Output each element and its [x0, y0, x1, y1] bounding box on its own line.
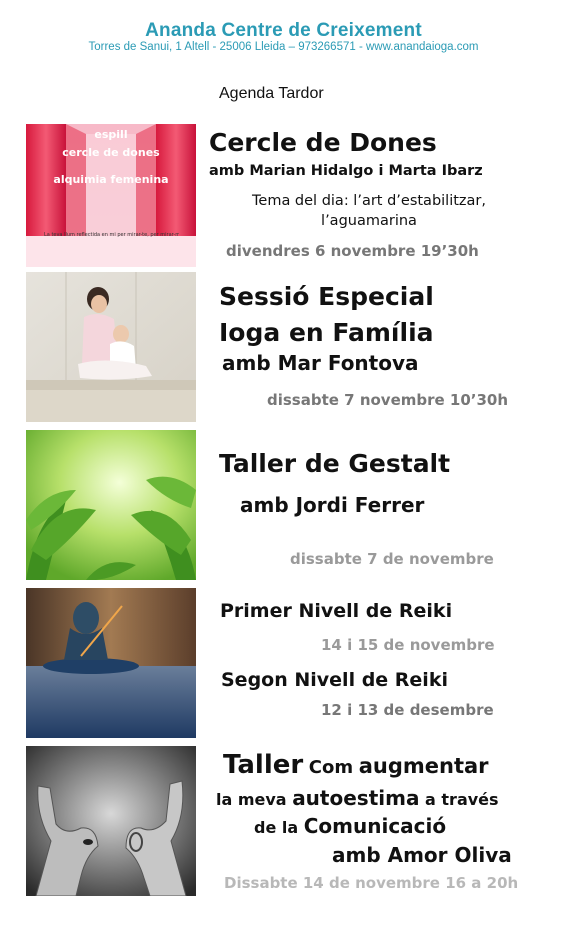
center-address: Torres de Sanui, 1 Altell - 25006 Lleida…: [88, 41, 479, 53]
event-host-oliva: amb Amor Oliva: [332, 843, 512, 867]
ioga-familia-image: [26, 272, 196, 422]
cercle-de-dones-image: espill cercle de dones alquimia femenina…: [26, 124, 196, 267]
event-title-sessio-especial: Sessió Especial: [219, 282, 434, 311]
word-augmentar: augmentar: [358, 754, 489, 778]
communication-hands-image: [26, 746, 196, 896]
word-autoestima: autoestima: [292, 786, 420, 810]
gestalt-leaves-image: [26, 430, 196, 580]
event-date-ioga: dissabte 7 novembre 10’30h: [267, 391, 509, 409]
event-title-gestalt: Taller de Gestalt: [219, 449, 451, 478]
taller-line-3: de la Comunicació: [254, 814, 446, 838]
word-com: Com: [308, 757, 354, 778]
image-text-espill: espill: [94, 128, 128, 141]
word-la-meva: la meva: [216, 790, 287, 809]
image-text-cercle: cercle de dones: [62, 146, 160, 159]
image-caption: La teva llum reflectida en mi per mirar-…: [44, 232, 179, 238]
event-date-gestalt: dissabte 7 de novembre: [290, 550, 494, 568]
event-title-reiki-1: Primer Nivell de Reiki: [220, 600, 453, 622]
word-a-traves: a través: [425, 790, 499, 809]
event-date-cercle: divendres 6 novembre 19’30h: [226, 242, 479, 260]
reiki-buddha-image: [26, 588, 196, 738]
event-date-reiki-1: 14 i 15 de novembre: [321, 636, 495, 654]
word-de-la: de la: [254, 818, 299, 837]
image-text-alquimia: alquimia femenina: [53, 173, 169, 186]
taller-line-2: la meva autoestima a través: [216, 786, 499, 810]
event-host-ferrer: amb Jordi Ferrer: [240, 493, 425, 517]
agenda-title: Agenda Tardor: [219, 85, 324, 102]
event-host-fontova: amb Mar Fontova: [222, 351, 419, 375]
event-title-reiki-2: Segon Nivell de Reiki: [221, 669, 448, 691]
event-title-cercle-de-dones: Cercle de Dones: [209, 128, 437, 157]
event-topic-line2: l’aguamarina: [321, 213, 417, 229]
event-date-reiki-2: 12 i 13 de desembre: [321, 701, 494, 719]
event-date-taller: Dissabte 14 de novembre 16 a 20h: [224, 874, 519, 892]
center-name: Ananda Centre de Creixement: [145, 20, 422, 41]
event-topic-line1: Tema del dia: l’art d’estabilitzar,: [252, 193, 486, 209]
event-host-cercle: amb Marian Hidalgo i Marta Ibarz: [209, 163, 483, 179]
word-comunicacio: Comunicació: [303, 814, 447, 838]
event-title-ioga-familia: Ioga en Família: [219, 318, 434, 347]
event-title-taller-autoestima: Taller Com augmentar: [223, 750, 489, 780]
word-taller: Taller: [223, 750, 304, 780]
